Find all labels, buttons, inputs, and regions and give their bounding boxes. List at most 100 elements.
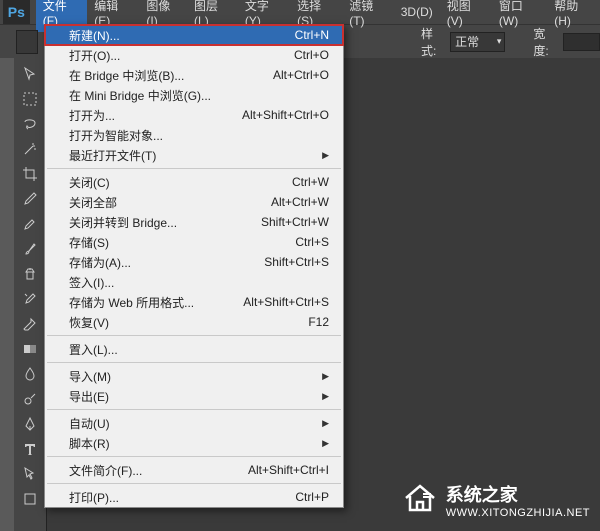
menu-item-shortcut: Alt+Shift+Ctrl+I	[248, 463, 329, 477]
menu-item-2[interactable]: 在 Bridge 中浏览(B)... Alt+Ctrl+O	[45, 65, 343, 85]
move-tool-icon[interactable]	[17, 62, 43, 86]
menu-item-shortcut: Alt+Ctrl+W	[271, 195, 329, 209]
menu-item-label: 签入(I)...	[69, 274, 114, 291]
menu-item-shortcut: Ctrl+S	[295, 235, 329, 249]
menu-item-label: 关闭并转到 Bridge...	[69, 214, 177, 231]
menu-item-12[interactable]: 存储为(A)... Shift+Ctrl+S	[45, 252, 343, 272]
submenu-arrow-icon: ▶	[322, 150, 329, 161]
healing-tool-icon[interactable]	[17, 212, 43, 236]
menu-item-label: 存储为 Web 所用格式...	[69, 294, 194, 311]
menu-item-shortcut: Ctrl+W	[292, 175, 329, 189]
menu-item-shortcut: Alt+Shift+Ctrl+O	[242, 108, 329, 122]
file-menu-dropdown: 新建(N)... Ctrl+N 打开(O)... Ctrl+O 在 Bridge 中浏览…	[44, 24, 344, 508]
type-tool-icon[interactable]	[17, 437, 43, 461]
menu-separator	[47, 362, 341, 363]
menu-item-13[interactable]: 签入(I)...	[45, 272, 343, 292]
menu-item-shortcut: F12	[308, 315, 329, 329]
width-label: 宽度:	[529, 25, 558, 59]
menu-separator	[47, 456, 341, 457]
history-brush-icon[interactable]	[17, 287, 43, 311]
menu-item-label: 在 Bridge 中浏览(B)...	[69, 67, 184, 84]
menu-item-10[interactable]: 关闭并转到 Bridge... Shift+Ctrl+W	[45, 212, 343, 232]
blur-tool-icon[interactable]	[17, 362, 43, 386]
shape-tool-icon[interactable]	[17, 487, 43, 511]
chevron-down-icon: ▾	[497, 36, 505, 47]
menu-item-4[interactable]: 打开为... Alt+Shift+Ctrl+O	[45, 105, 343, 125]
menu-item-22[interactable]: 自动(U) ▶	[45, 413, 343, 433]
clone-tool-icon[interactable]	[17, 262, 43, 286]
watermark: 系统之家 WWW.XITONGZHIJIA.NET	[400, 478, 590, 521]
menu-item-shortcut: Ctrl+P	[295, 490, 329, 504]
dodge-tool-icon[interactable]	[17, 387, 43, 411]
menu-separator	[47, 335, 341, 336]
menu-item-shortcut: Shift+Ctrl+W	[261, 215, 329, 229]
menu-item-label: 打开为智能对象...	[69, 127, 163, 144]
menu-item-5[interactable]: 打开为智能对象...	[45, 125, 343, 145]
marquee-tool-icon[interactable]	[17, 87, 43, 111]
menu-item-label: 存储(S)	[69, 234, 109, 251]
menu-item-label: 自动(U)	[69, 415, 110, 432]
menu-item-label: 关闭(C)	[69, 174, 110, 191]
watermark-title: 系统之家	[446, 481, 590, 507]
menu-item-9[interactable]: 关闭全部 Alt+Ctrl+W	[45, 192, 343, 212]
menu-separator	[47, 483, 341, 484]
menu-item-label: 置入(L)...	[69, 341, 118, 358]
menu-item-label: 关闭全部	[69, 194, 117, 211]
style-label: 样式:	[417, 25, 446, 59]
app-logo: Ps	[3, 0, 30, 24]
menu-item-label: 恢复(V)	[69, 314, 109, 331]
menu-3d[interactable]: 3D(D)	[394, 1, 440, 23]
eraser-tool-icon[interactable]	[17, 312, 43, 336]
menu-item-label: 新建(N)...	[69, 27, 120, 44]
menu-separator	[47, 168, 341, 169]
submenu-arrow-icon: ▶	[322, 438, 329, 449]
path-tool-icon[interactable]	[17, 462, 43, 486]
menu-item-11[interactable]: 存储(S) Ctrl+S	[45, 232, 343, 252]
menu-item-shortcut: Shift+Ctrl+S	[264, 255, 329, 269]
menu-item-shortcut: Ctrl+O	[294, 48, 329, 62]
width-input[interactable]	[563, 33, 600, 51]
tool-preset-icon[interactable]	[16, 30, 38, 54]
style-select[interactable]: 正常 ▾	[450, 32, 505, 52]
crop-tool-icon[interactable]	[17, 162, 43, 186]
menu-item-label: 打开为...	[69, 107, 115, 124]
menu-bar: Ps 文件(F) 编辑(E) 图像(I) 图层(L) 文字(Y) 选择(S) 滤…	[0, 0, 600, 24]
menu-item-20[interactable]: 导出(E)▶	[45, 386, 343, 406]
menu-item-shortcut: Ctrl+N	[295, 28, 329, 42]
eyedropper-tool-icon[interactable]	[17, 187, 43, 211]
style-value: 正常	[455, 33, 479, 50]
brush-tool-icon[interactable]	[17, 237, 43, 261]
house-icon	[400, 478, 440, 521]
menu-item-shortcut: Alt+Shift+Ctrl+S	[243, 295, 329, 309]
submenu-arrow-icon: ▶	[322, 418, 329, 429]
menu-item-1[interactable]: 打开(O)... Ctrl+O	[45, 45, 343, 65]
menu-item-3[interactable]: 在 Mini Bridge 中浏览(G)...	[45, 85, 343, 105]
menu-item-15[interactable]: 恢复(V) F12	[45, 312, 343, 332]
menu-item-label: 打开(O)...	[69, 47, 120, 64]
submenu-arrow-icon: ▶	[322, 391, 329, 402]
menu-item-27[interactable]: 打印(P)... Ctrl+P	[45, 487, 343, 507]
menu-view[interactable]: 视图(V)	[440, 0, 492, 32]
menu-item-8[interactable]: 关闭(C) Ctrl+W	[45, 172, 343, 192]
wand-tool-icon[interactable]	[17, 137, 43, 161]
menu-item-14[interactable]: 存储为 Web 所用格式... Alt+Shift+Ctrl+S	[45, 292, 343, 312]
menu-item-17[interactable]: 置入(L)...	[45, 339, 343, 359]
menu-item-label: 存储为(A)...	[69, 254, 131, 271]
menu-item-6[interactable]: 最近打开文件(T) ▶	[45, 145, 343, 165]
menu-item-23[interactable]: 脚本(R) ▶	[45, 433, 343, 453]
menu-item-0[interactable]: 新建(N)... Ctrl+N	[45, 25, 343, 45]
menu-item-label: 最近打开文件(T)	[69, 147, 156, 164]
pen-tool-icon[interactable]	[17, 412, 43, 436]
toolbar	[14, 58, 47, 531]
menu-filter[interactable]: 滤镜(T)	[342, 0, 394, 32]
side-strip	[0, 58, 14, 531]
menu-item-label: 导入(M)	[69, 368, 111, 385]
menu-item-label: 脚本(R)	[69, 435, 110, 452]
gradient-tool-icon[interactable]	[17, 337, 43, 361]
menu-item-25[interactable]: 文件简介(F)...Alt+Shift+Ctrl+I	[45, 460, 343, 480]
submenu-arrow-icon: ▶	[322, 371, 329, 382]
lasso-tool-icon[interactable]	[17, 112, 43, 136]
menu-item-19[interactable]: 导入(M) ▶	[45, 366, 343, 386]
menu-item-label: 打印(P)...	[69, 489, 119, 506]
menu-item-shortcut: Alt+Ctrl+O	[273, 68, 329, 82]
